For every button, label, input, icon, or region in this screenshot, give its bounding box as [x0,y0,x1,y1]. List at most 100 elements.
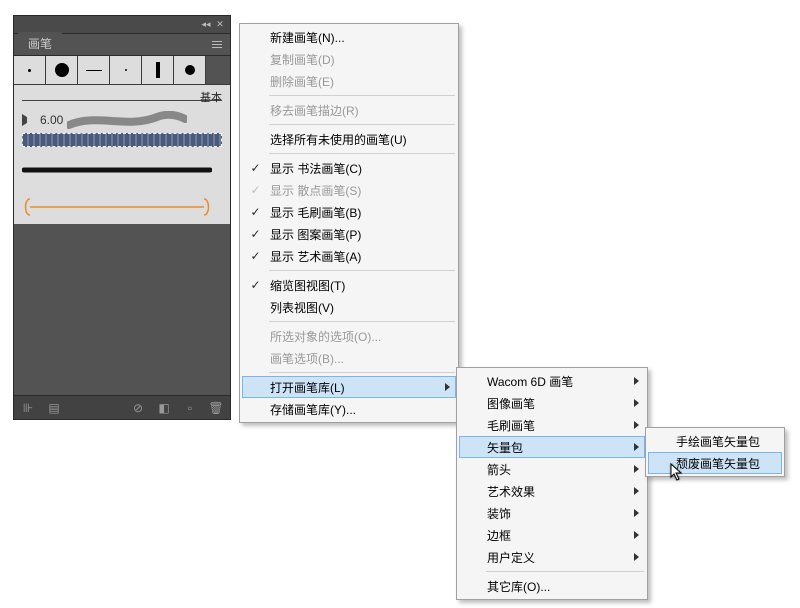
main-menu-item: 画笔选项(B)... [242,347,456,369]
stroke-sample[interactable] [22,163,222,181]
delete-icon[interactable]: 🗑 [208,400,224,416]
submenu-vector-pack: 手绘画笔矢量包颓废画笔矢量包 [645,427,785,477]
submenu-brush-library: Wacom 6D 画笔图像画笔毛刷画笔矢量包箭头艺术效果装饰边框用户定义其它库(… [456,367,648,600]
main-menu-item[interactable]: 缩览图视图(T) ✓ [242,274,456,296]
menu-item-label: 箭头 [487,461,511,478]
new-brush-icon[interactable]: ▫ [182,400,198,416]
menu-separator [269,95,455,96]
lib-menu-item[interactable]: 其它库(O)... [459,575,645,597]
menu-item-label: 复制画笔(D) [270,51,335,68]
menu-item-label: 用户定义 [487,549,535,566]
main-menu-item[interactable]: 显示 毛刷画笔(B)✓ [242,201,456,223]
collapse-icon[interactable]: ◂◂ [200,19,212,31]
menu-item-label: 艺术效果 [487,483,535,500]
menu-item-label: 画笔选项(B)... [270,350,344,367]
submenu-arrow-icon [634,553,639,561]
check-icon: ✓ [249,250,262,263]
preview-label: 基本 [200,89,222,105]
submenu-arrow-icon [634,399,639,407]
submenu-arrow-icon [634,377,639,385]
lib-menu-item[interactable]: 箭头 [459,458,645,480]
options-icon[interactable]: ◧ [156,400,172,416]
main-menu-item: 显示 散点画笔(S) ✓ [242,179,456,201]
main-menu-item[interactable]: 打开画笔库(L) [242,376,456,398]
lib-menu-item[interactable]: Wacom 6D 画笔 [459,370,645,392]
menu-item-label: 装饰 [487,505,511,522]
menu-item-label: 其它库(O)... [487,578,550,595]
panel-menu-icon[interactable] [208,36,226,52]
menu-separator [486,571,644,572]
library-icon[interactable]: ⊪ [20,400,36,416]
brush-swatch[interactable] [110,56,142,84]
brushes-panel: ◂◂ ✕ 画笔 基本 6.00 [13,15,231,420]
close-icon[interactable]: ✕ [214,19,226,31]
submenu-arrow-icon [634,443,639,451]
check-icon: ✓ [249,228,262,241]
menu-item-label: 矢量包 [487,439,523,456]
main-menu-item[interactable]: 显示 书法画笔(C) ✓ [242,157,456,179]
menu-item-label: 打开画笔库(L) [270,379,345,396]
main-menu-item: 删除画笔(E) [242,70,456,92]
submenu-arrow-icon [634,487,639,495]
main-menu-item[interactable]: 显示 图案画笔(P) ✓ [242,223,456,245]
lib-menu-item[interactable]: 图像画笔 [459,392,645,414]
menu-item-label: 缩览图视图(T) [270,277,345,294]
main-menu-item[interactable]: 选择所有未使用的画笔(U) [242,128,456,150]
tab-brushes[interactable]: 画笔 [18,32,62,55]
main-menu-item[interactable]: 存储画笔库(Y)... [242,398,456,420]
menu-item-label: 毛刷画笔 [487,417,535,434]
main-menu-item[interactable]: 新建画笔(N)... [242,26,456,48]
lib-menu-item[interactable]: 用户定义 [459,546,645,568]
stroke-sample[interactable] [22,197,222,215]
vec-menu-item[interactable]: 手绘画笔矢量包 [648,430,782,452]
menu-separator [269,321,455,322]
menu-item-label: 显示 图案画笔(P) [270,226,361,243]
menu-item-label: 图像画笔 [487,395,535,412]
remove-stroke-icon[interactable]: ⊘ [130,400,146,416]
stroke-list [22,133,222,215]
brush-size-value: 6.00 [40,113,63,127]
menu-item-label: 显示 毛刷画笔(B) [270,204,361,221]
lib-menu-item[interactable]: 边框 [459,524,645,546]
main-menu-item: 所选对象的选项(O)... [242,325,456,347]
stroke-sample[interactable] [22,133,222,147]
brush-swatch[interactable] [14,56,46,84]
context-menu: 新建画笔(N)... 复制画笔(D) 删除画笔(E) 移去画笔描边(R) 选择所有未使用… [239,23,459,423]
menu-separator [269,124,455,125]
check-icon: ✓ [249,184,262,197]
menu-item-label: 颓废画笔矢量包 [676,455,760,472]
menu-item-label: 列表视图(V) [270,299,334,316]
tab-bar: 画笔 [14,34,230,56]
brush-swatch-row [14,56,230,85]
lib-menu-item[interactable]: 矢量包 [459,436,645,458]
menu-item-label: 显示 书法画笔(C) [270,160,362,177]
stroke-preview [67,111,187,129]
menu-separator [269,372,455,373]
submenu-arrow-icon [634,421,639,429]
brush-swatch[interactable] [142,56,174,84]
main-menu-item[interactable]: 列表视图(V) [242,296,456,318]
menu-item-label: 手绘画笔矢量包 [676,433,760,450]
brush-swatch[interactable] [174,56,206,84]
libraries-icon[interactable]: ▤ [46,400,62,416]
check-icon: ✓ [249,279,262,292]
menu-separator [269,153,455,154]
main-menu-item: 移去画笔描边(R) [242,99,456,121]
menu-item-label: 选择所有未使用的画笔(U) [270,131,407,148]
main-menu-item: 复制画笔(D) [242,48,456,70]
main-menu-item[interactable]: 显示 艺术画笔(A) ✓ [242,245,456,267]
lib-menu-item[interactable]: 毛刷画笔 [459,414,645,436]
menu-item-label: 删除画笔(E) [270,73,334,90]
vec-menu-item[interactable]: 颓废画笔矢量包 [648,452,782,474]
menu-item-label: 移去画笔描边(R) [270,102,359,119]
submenu-arrow-icon [634,509,639,517]
submenu-arrow-icon [634,465,639,473]
brush-swatch[interactable] [78,56,110,84]
lib-menu-item[interactable]: 艺术效果 [459,480,645,502]
menu-item-label: 显示 散点画笔(S) [270,182,361,199]
brush-swatch[interactable] [46,56,78,84]
check-icon: ✓ [249,162,262,175]
speaker-icon [22,114,36,126]
lib-menu-item[interactable]: 装饰 [459,502,645,524]
menu-item-label: 显示 艺术画笔(A) [270,248,361,265]
